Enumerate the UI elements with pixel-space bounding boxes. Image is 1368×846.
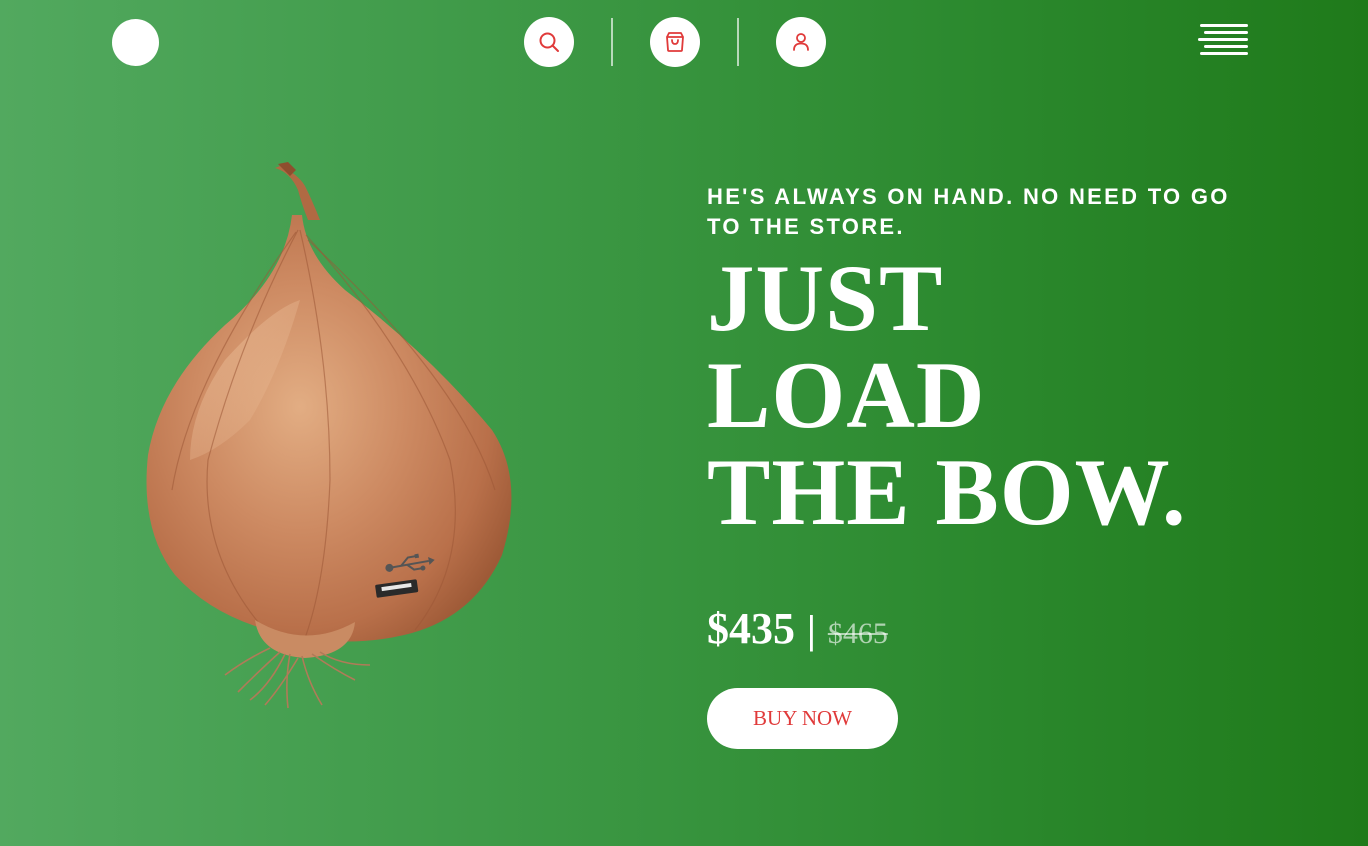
- headline-line: LOAD: [707, 342, 986, 448]
- price-row: $435 | $465: [707, 603, 1267, 654]
- nav-divider: [611, 18, 613, 66]
- headline-line: JUST: [707, 245, 944, 351]
- top-nav: [524, 17, 826, 67]
- buy-now-button[interactable]: BUY NOW: [707, 688, 898, 749]
- onion-product-image: [146, 162, 512, 709]
- original-price: $465: [827, 617, 888, 650]
- hamburger-menu-icon[interactable]: [1198, 24, 1248, 56]
- hero-copy: HE'S ALWAYS ON HAND. NO NEED TO GO TO TH…: [707, 182, 1267, 749]
- user-icon: [793, 33, 809, 51]
- nav-divider: [737, 18, 739, 66]
- shopping-bag-icon: [666, 32, 684, 52]
- headline: JUST LOAD THE BOW.: [707, 250, 1267, 541]
- search-button[interactable]: [524, 17, 574, 67]
- search-icon: [539, 32, 559, 52]
- logo[interactable]: [112, 19, 159, 66]
- current-price: $435: [707, 604, 795, 653]
- tagline: HE'S ALWAYS ON HAND. NO NEED TO GO TO TH…: [707, 184, 1230, 239]
- cart-button[interactable]: [650, 17, 700, 67]
- headline-line: THE BOW.: [707, 439, 1187, 545]
- price-separator: |: [807, 607, 816, 652]
- account-button[interactable]: [776, 17, 826, 67]
